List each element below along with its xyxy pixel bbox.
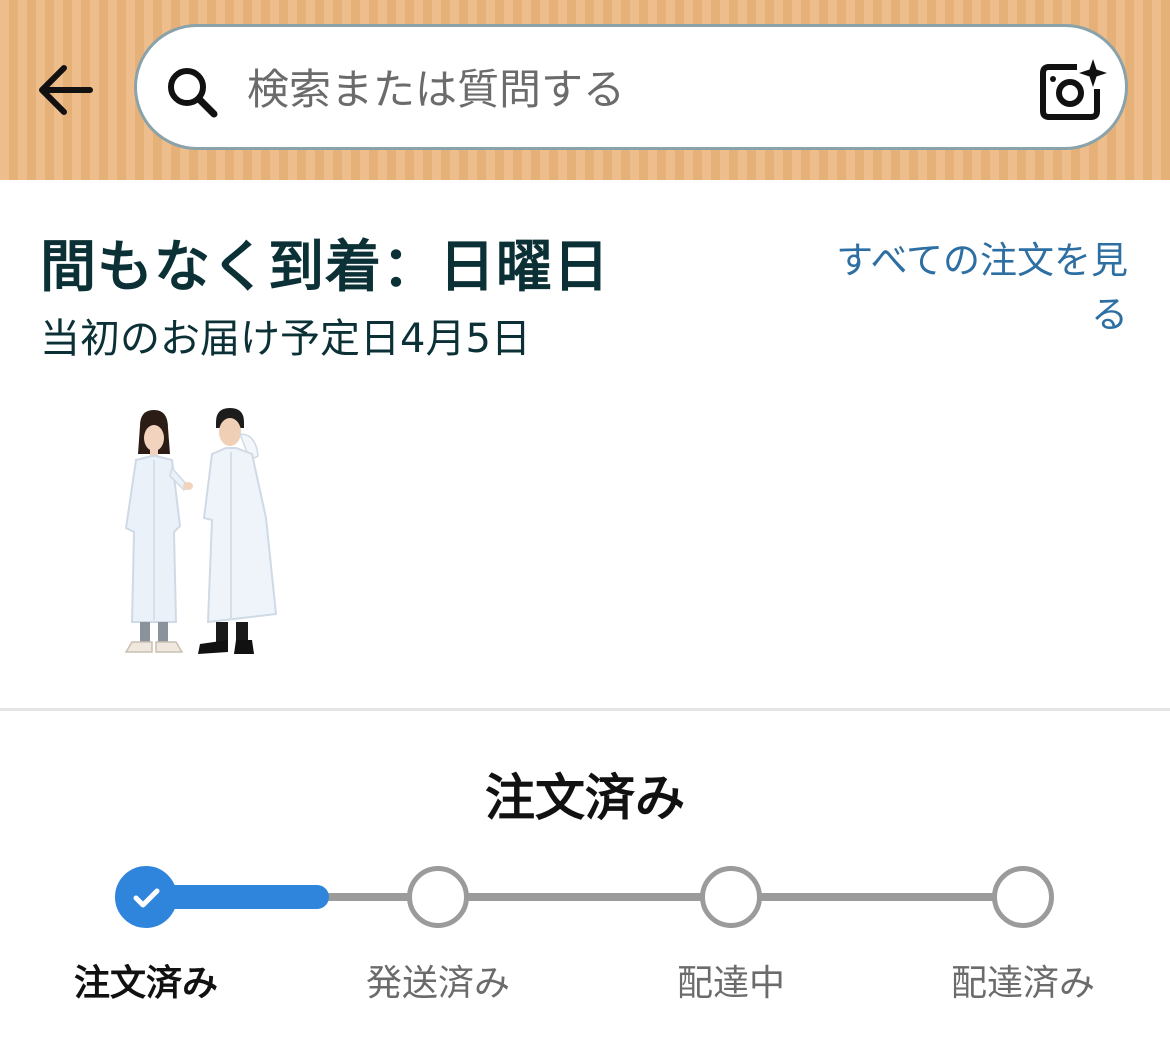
camera-search-button[interactable] — [1037, 57, 1107, 123]
arrow-left-icon — [39, 65, 93, 115]
top-header — [0, 0, 1170, 180]
view-all-orders-link[interactable]: すべての注文を見る — [808, 234, 1128, 342]
back-button[interactable] — [30, 58, 100, 122]
step-delivered-marker — [992, 866, 1054, 928]
step-shipped-marker — [407, 866, 469, 928]
step-ordered-marker — [115, 866, 177, 928]
step-out-for-delivery-marker — [700, 866, 762, 928]
search-icon — [168, 68, 218, 118]
search-bar[interactable] — [134, 24, 1128, 150]
section-divider — [0, 708, 1170, 711]
original-delivery-date: 当初のお届け予定日4月5日 — [40, 316, 531, 362]
step-ordered-label: 注文済み — [73, 963, 218, 1004]
order-status-heading: 注文済み — [485, 769, 685, 827]
product-image[interactable] — [100, 408, 300, 660]
step-shipped-label: 発送済み — [365, 963, 510, 1004]
step-delivered-label: 配達済み — [950, 963, 1095, 1004]
check-icon — [133, 888, 160, 908]
camera-sparkle-icon — [1040, 59, 1107, 120]
step-out-for-delivery-label: 配達中 — [676, 963, 785, 1004]
arrival-title: 間もなく到着：日曜日 — [40, 235, 610, 300]
search-input[interactable] — [245, 53, 1009, 125]
